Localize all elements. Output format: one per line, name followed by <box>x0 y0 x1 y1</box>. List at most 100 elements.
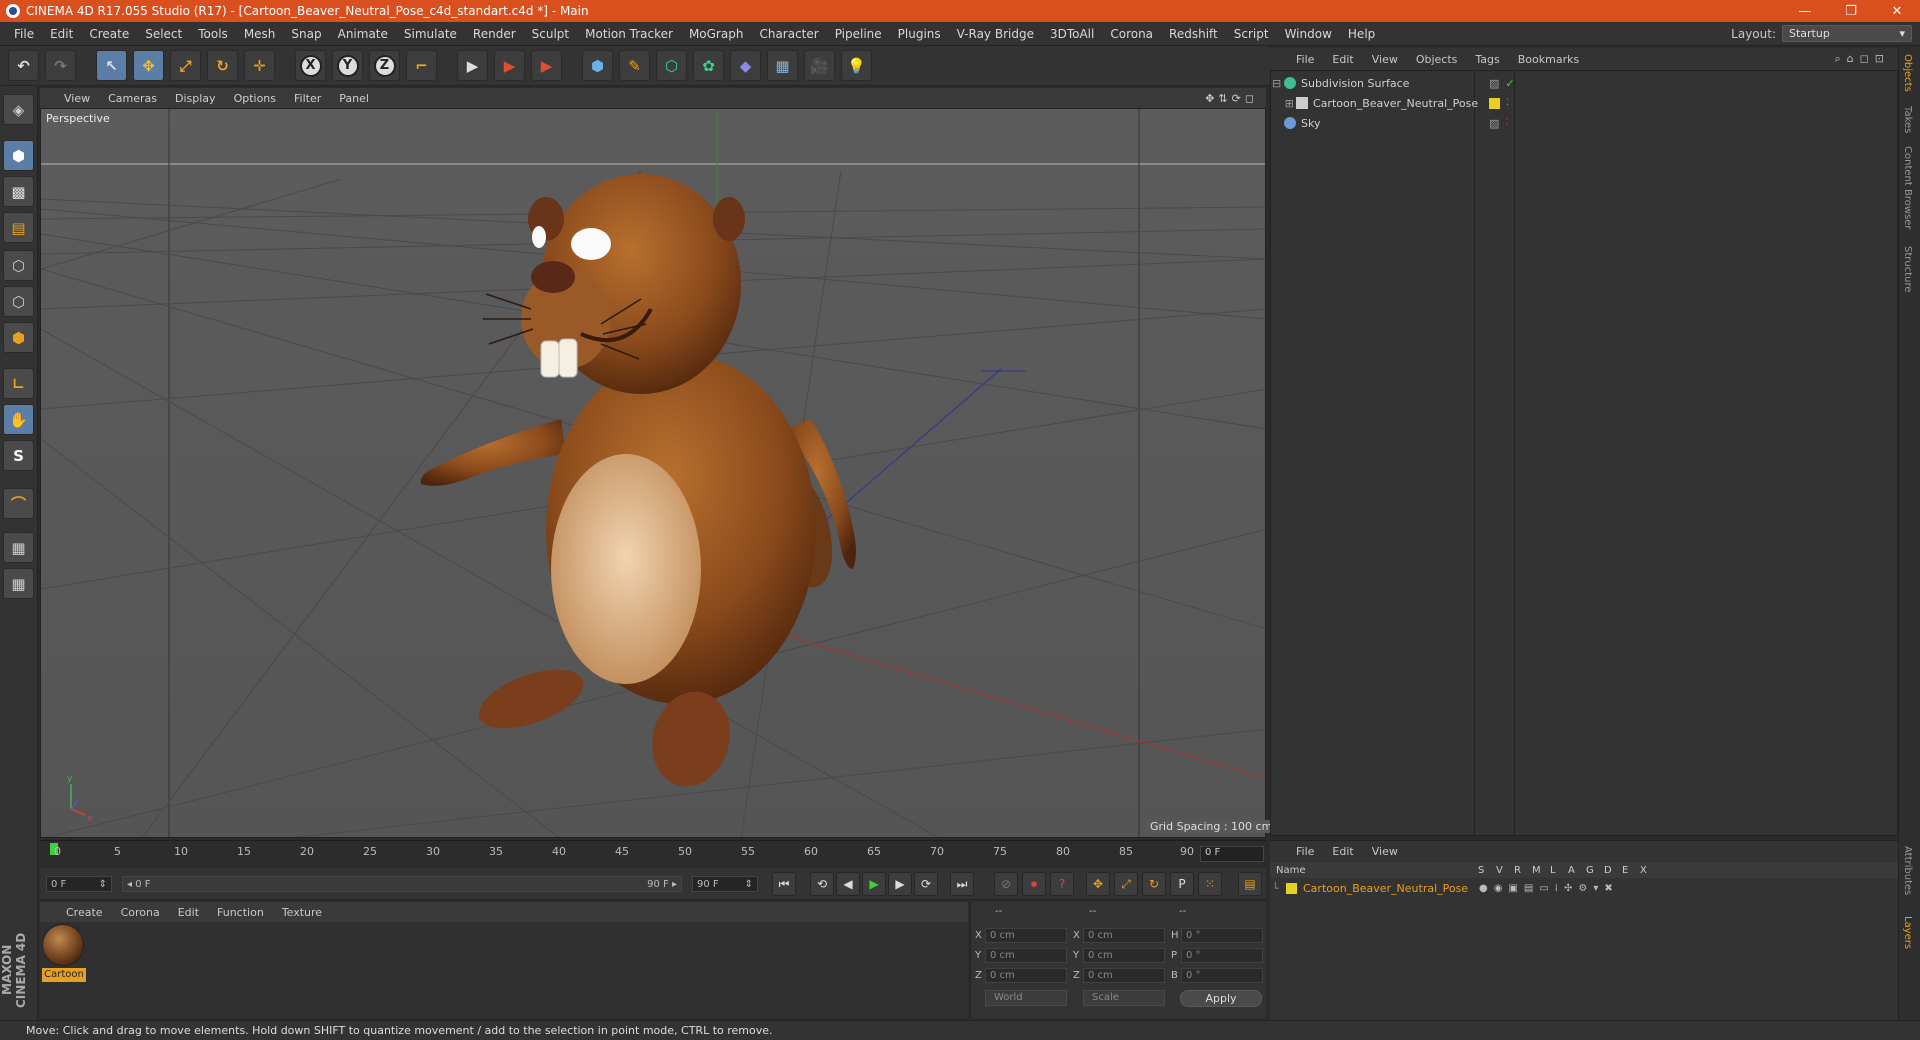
undo-button[interactable]: ↶ <box>8 50 39 81</box>
scale-tool-button[interactable]: ⤢ <box>170 50 201 81</box>
z-axis-lock-button[interactable]: Z <box>369 50 400 81</box>
tab-content-browser[interactable]: Content Browser <box>1902 146 1913 229</box>
size-y-field[interactable]: 0 cm <box>1083 948 1165 963</box>
size-mode-dropdown[interactable]: Scale <box>1083 990 1165 1006</box>
material-menu-edit[interactable]: Edit <box>178 906 199 919</box>
material-menu-create[interactable]: Create <box>66 906 103 919</box>
timeline-window-button[interactable]: ▤ <box>1238 872 1262 896</box>
material-preview[interactable] <box>42 924 84 966</box>
objects-menu-tags[interactable]: Tags <box>1475 53 1499 66</box>
viewport-menu-view[interactable]: View <box>64 92 90 105</box>
texture-mode-icon[interactable]: ▩ <box>3 176 34 207</box>
object-row[interactable]: ⊞ Cartoon_Beaver_Neutral_Pose ⁚ <box>1272 94 1896 112</box>
menu-pipeline[interactable]: Pipeline <box>827 27 890 41</box>
menu-3dtoall[interactable]: 3DToAll <box>1042 27 1102 41</box>
x-axis-lock-button[interactable]: X <box>295 50 326 81</box>
model-mode-icon[interactable]: ⬢ <box>3 140 34 171</box>
cloner-button[interactable]: ✿ <box>693 50 724 81</box>
transform-tool-button[interactable]: ✛ <box>244 50 275 81</box>
menu-file[interactable]: File <box>6 27 42 41</box>
menu-mesh[interactable]: Mesh <box>236 27 284 41</box>
lock-workplane-icon[interactable]: ▦ <box>3 532 34 563</box>
previous-key-button[interactable]: ⟲ <box>810 872 834 896</box>
edges-mode-icon[interactable]: ⬡ <box>3 286 34 317</box>
visibility-dots-icon[interactable]: ⁚ <box>1506 98 1509 108</box>
render-picture-viewer-button[interactable]: ▶ <box>494 50 525 81</box>
visibility-dots-icon[interactable]: ⁚ <box>1505 118 1508 128</box>
live-selection-button[interactable]: ↖ <box>96 50 127 81</box>
pen-spline-button[interactable]: ✎ <box>619 50 650 81</box>
points-mode-icon[interactable]: ⬡ <box>3 250 34 281</box>
expand-icon[interactable]: ⊞ <box>1272 97 1296 110</box>
menu-edit[interactable]: Edit <box>42 27 81 41</box>
tab-takes[interactable]: Takes <box>1902 106 1913 133</box>
material-menu-texture[interactable]: Texture <box>282 906 322 919</box>
object-manager-tool-icons[interactable]: ⌕⌂◻⊡ <box>1835 52 1899 66</box>
current-frame-field[interactable]: 0 F <box>1200 846 1264 862</box>
object-row[interactable]: Sky ▨ ⁚ <box>1272 114 1896 132</box>
go-to-end-button[interactable]: ⏭ <box>950 872 974 896</box>
camera-button[interactable]: 🎥 <box>804 50 835 81</box>
collapse-icon[interactable]: ⊟ <box>1272 77 1284 90</box>
rotate-tool-button[interactable]: ↻ <box>207 50 238 81</box>
snap-icon[interactable]: S <box>3 440 34 471</box>
render-view-button[interactable]: ▶ <box>457 50 488 81</box>
objects-menu-edit[interactable]: Edit <box>1332 53 1353 66</box>
menu-select[interactable]: Select <box>137 27 190 41</box>
menu-simulate[interactable]: Simulate <box>396 27 465 41</box>
layer-color-swatch[interactable] <box>1489 97 1500 109</box>
floor-button[interactable]: ▦ <box>767 50 798 81</box>
object-row[interactable]: ⊟ Subdivision Surface ▨ ✓ <box>1272 74 1896 92</box>
layer-row[interactable]: └ Cartoon_Beaver_Neutral_Pose ●◉▣▤▭⁞✣⚙▾✖ <box>1272 880 1896 896</box>
menu-help[interactable]: Help <box>1340 27 1383 41</box>
pla-key-button[interactable]: ⁙ <box>1198 872 1222 896</box>
menu-snap[interactable]: Snap <box>283 27 329 41</box>
y-axis-lock-button[interactable]: Y <box>332 50 363 81</box>
viewport-menu-filter[interactable]: Filter <box>294 92 321 105</box>
light-button[interactable]: 💡 <box>841 50 872 81</box>
viewport-menu-panel[interactable]: Panel <box>339 92 369 105</box>
menu-tools[interactable]: Tools <box>190 27 236 41</box>
layer-toggle-icons[interactable]: ●◉▣▤▭⁞✣⚙▾✖ <box>1479 883 1619 894</box>
restore-button[interactable]: ❐ <box>1828 4 1874 19</box>
magnet-icon[interactable]: ⌒ <box>3 488 34 519</box>
redo-button[interactable]: ↷ <box>45 50 76 81</box>
menu-sculpt[interactable]: Sculpt <box>524 27 577 41</box>
rot-h-field[interactable]: 0 ° <box>1181 928 1263 943</box>
end-frame-field[interactable]: 90 F ⇕ <box>692 876 758 892</box>
rot-b-field[interactable]: 0 ° <box>1181 968 1263 983</box>
record-button[interactable]: ⏺ <box>1022 872 1046 896</box>
material-menu-function[interactable]: Function <box>217 906 264 919</box>
menu-character[interactable]: Character <box>751 27 826 41</box>
menu-motion-tracker[interactable]: Motion Tracker <box>577 27 681 41</box>
pos-z-field[interactable]: 0 cm <box>985 968 1067 983</box>
move-tool-button[interactable]: ✥ <box>133 50 164 81</box>
polygons-mode-icon[interactable]: ⬢ <box>3 322 34 353</box>
close-button[interactable]: ✕ <box>1874 4 1920 19</box>
objects-menu-bookmarks[interactable]: Bookmarks <box>1518 53 1579 66</box>
material-menu-corona[interactable]: Corona <box>121 906 160 919</box>
tab-attributes[interactable]: Attributes <box>1902 846 1913 895</box>
layers-menu-view[interactable]: View <box>1372 845 1398 858</box>
next-frame-button[interactable]: ▶ <box>888 872 912 896</box>
menu-plugins[interactable]: Plugins <box>890 27 949 41</box>
frame-range-slider[interactable]: ◂ 0 F 90 F ▸ <box>122 876 682 892</box>
size-z-field[interactable]: 0 cm <box>1083 968 1165 983</box>
tab-structure[interactable]: Structure <box>1902 246 1913 293</box>
objects-menu-file[interactable]: File <box>1296 53 1314 66</box>
render-settings-button[interactable]: ▶ <box>531 50 562 81</box>
menu-animate[interactable]: Animate <box>330 27 396 41</box>
axis-mode-icon[interactable]: ∟ <box>3 368 34 399</box>
make-editable-icon[interactable]: ◈ <box>3 94 34 125</box>
pos-y-field[interactable]: 0 cm <box>985 948 1067 963</box>
objects-menu-objects[interactable]: Objects <box>1416 53 1458 66</box>
position-key-button[interactable]: ✥ <box>1086 872 1110 896</box>
viewport-menu-display[interactable]: Display <box>175 92 216 105</box>
enabled-check-icon[interactable]: ✓ <box>1505 77 1514 90</box>
rotation-key-button[interactable]: ↻ <box>1142 872 1166 896</box>
go-to-start-button[interactable]: ⏮ <box>772 872 796 896</box>
cube-primitive-button[interactable]: ⬢ <box>582 50 613 81</box>
play-button[interactable]: ▶ <box>862 872 886 896</box>
menu-vray-bridge[interactable]: V-Ray Bridge <box>949 27 1042 41</box>
menu-window[interactable]: Window <box>1277 27 1340 41</box>
